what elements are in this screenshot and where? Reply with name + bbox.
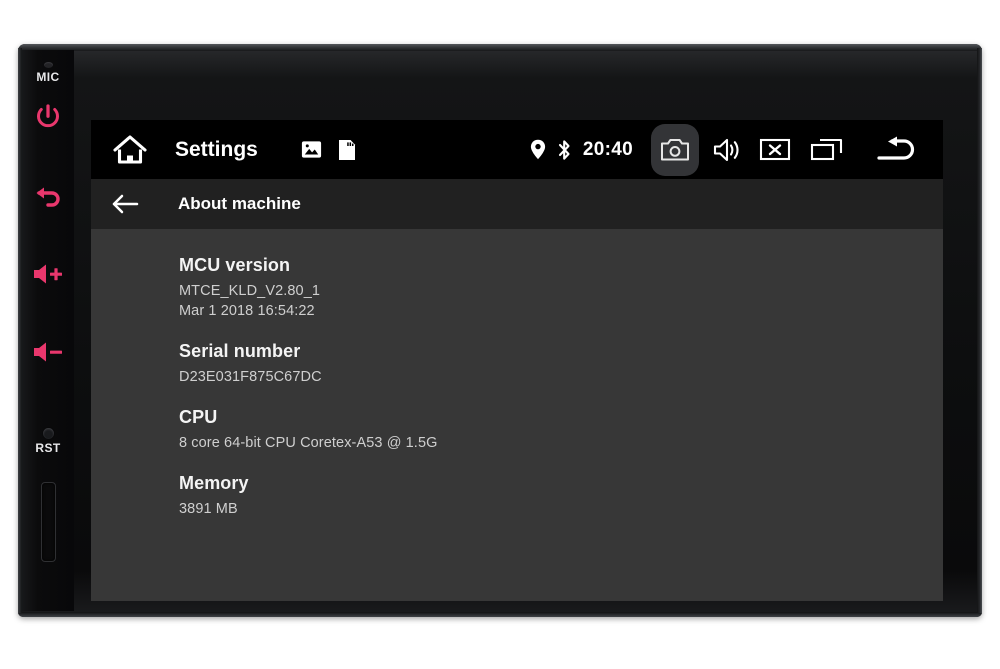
subheader-title: About machine bbox=[178, 194, 301, 213]
close-button[interactable] bbox=[751, 120, 799, 179]
list-item-title: Serial number bbox=[179, 341, 301, 361]
recents-icon bbox=[810, 138, 843, 161]
android-status-bar: Settings 20:40 bbox=[91, 120, 943, 179]
about-machine-list: MCU version MTCE_KLD_V2.80_1 Mar 1 2018 … bbox=[91, 229, 943, 601]
power-icon bbox=[37, 104, 59, 128]
camera-icon bbox=[661, 138, 689, 160]
microphone-hole bbox=[43, 62, 53, 68]
volume-up-button[interactable] bbox=[22, 262, 74, 286]
recents-button[interactable] bbox=[799, 120, 855, 179]
sd-card-icon bbox=[338, 139, 355, 160]
bluetooth-icon bbox=[558, 139, 570, 160]
list-item[interactable]: MCU version MTCE_KLD_V2.80_1 Mar 1 2018 … bbox=[91, 245, 943, 331]
reset-pinhole bbox=[42, 428, 54, 439]
hardware-button-panel: MIC RST bbox=[22, 50, 74, 611]
volume-button[interactable] bbox=[703, 120, 751, 179]
topbar-app-shortcuts bbox=[300, 138, 358, 162]
screenshot-root: MIC RST Settings 20:40 About machine MCU… bbox=[0, 0, 1000, 669]
car-head-unit-device: MIC RST Settings 20:40 About machine MCU… bbox=[18, 44, 982, 617]
screenshot-button[interactable] bbox=[651, 123, 699, 176]
status-icons: 20:40 bbox=[530, 139, 633, 161]
list-item[interactable]: CPU 8 core 64-bit CPU Coretex-A53 @ 1.5G bbox=[91, 397, 943, 463]
list-item[interactable]: Serial number D23E031F875C67DC bbox=[91, 331, 943, 397]
microphone: MIC bbox=[22, 62, 74, 84]
home-button[interactable] bbox=[91, 120, 169, 179]
device-top-edge bbox=[18, 44, 982, 51]
home-icon bbox=[113, 134, 147, 164]
power-button[interactable] bbox=[22, 102, 74, 132]
back-hardkey[interactable] bbox=[22, 185, 74, 211]
list-item-title: Memory bbox=[179, 473, 249, 493]
list-item[interactable]: Memory 3891 MB bbox=[91, 463, 943, 529]
speaker-icon bbox=[713, 138, 739, 161]
status-and-nav-keys: 20:40 bbox=[530, 120, 943, 179]
page-title-settings: Settings bbox=[175, 137, 258, 161]
mic-label: MIC bbox=[36, 70, 60, 84]
list-item-title: CPU bbox=[179, 407, 218, 427]
close-box-icon bbox=[759, 138, 791, 161]
reset-button[interactable]: RST bbox=[22, 428, 74, 455]
location-pin-icon bbox=[530, 139, 545, 160]
list-item-subtitle-line: MTCE_KLD_V2.80_1 bbox=[179, 283, 321, 299]
volume-up-icon bbox=[34, 264, 62, 284]
status-clock: 20:40 bbox=[582, 138, 633, 160]
device-bottom-edge bbox=[18, 612, 982, 617]
list-item-subtitle-line: D23E031F875C67DC bbox=[179, 369, 322, 385]
rst-label: RST bbox=[35, 441, 61, 455]
list-item-title: MCU version bbox=[179, 255, 291, 275]
arrow-left-icon bbox=[112, 194, 139, 214]
volume-down-icon bbox=[34, 342, 62, 362]
list-item-subtitle-line: 3891 MB bbox=[179, 501, 238, 517]
device-right-edge bbox=[977, 48, 982, 613]
subheader-back-button[interactable] bbox=[91, 179, 159, 229]
sd-card-slot[interactable] bbox=[22, 482, 74, 562]
volume-down-button[interactable] bbox=[22, 340, 74, 364]
list-item-subtitle-line: 8 core 64-bit CPU Coretex-A53 @ 1.5G bbox=[179, 435, 438, 451]
touchscreen-display: Settings 20:40 About machine MCU version… bbox=[91, 120, 943, 601]
screen-subheader: About machine bbox=[91, 179, 943, 229]
gallery-button[interactable] bbox=[300, 138, 323, 161]
sd-slot-opening bbox=[40, 482, 56, 562]
back-curve-icon bbox=[877, 136, 915, 160]
list-item-subtitle-line: Mar 1 2018 16:54:22 bbox=[179, 303, 315, 319]
back-arrow-icon bbox=[36, 187, 60, 207]
gallery-icon bbox=[301, 141, 321, 158]
back-button[interactable] bbox=[869, 120, 925, 179]
sd-card-button[interactable] bbox=[336, 138, 358, 162]
